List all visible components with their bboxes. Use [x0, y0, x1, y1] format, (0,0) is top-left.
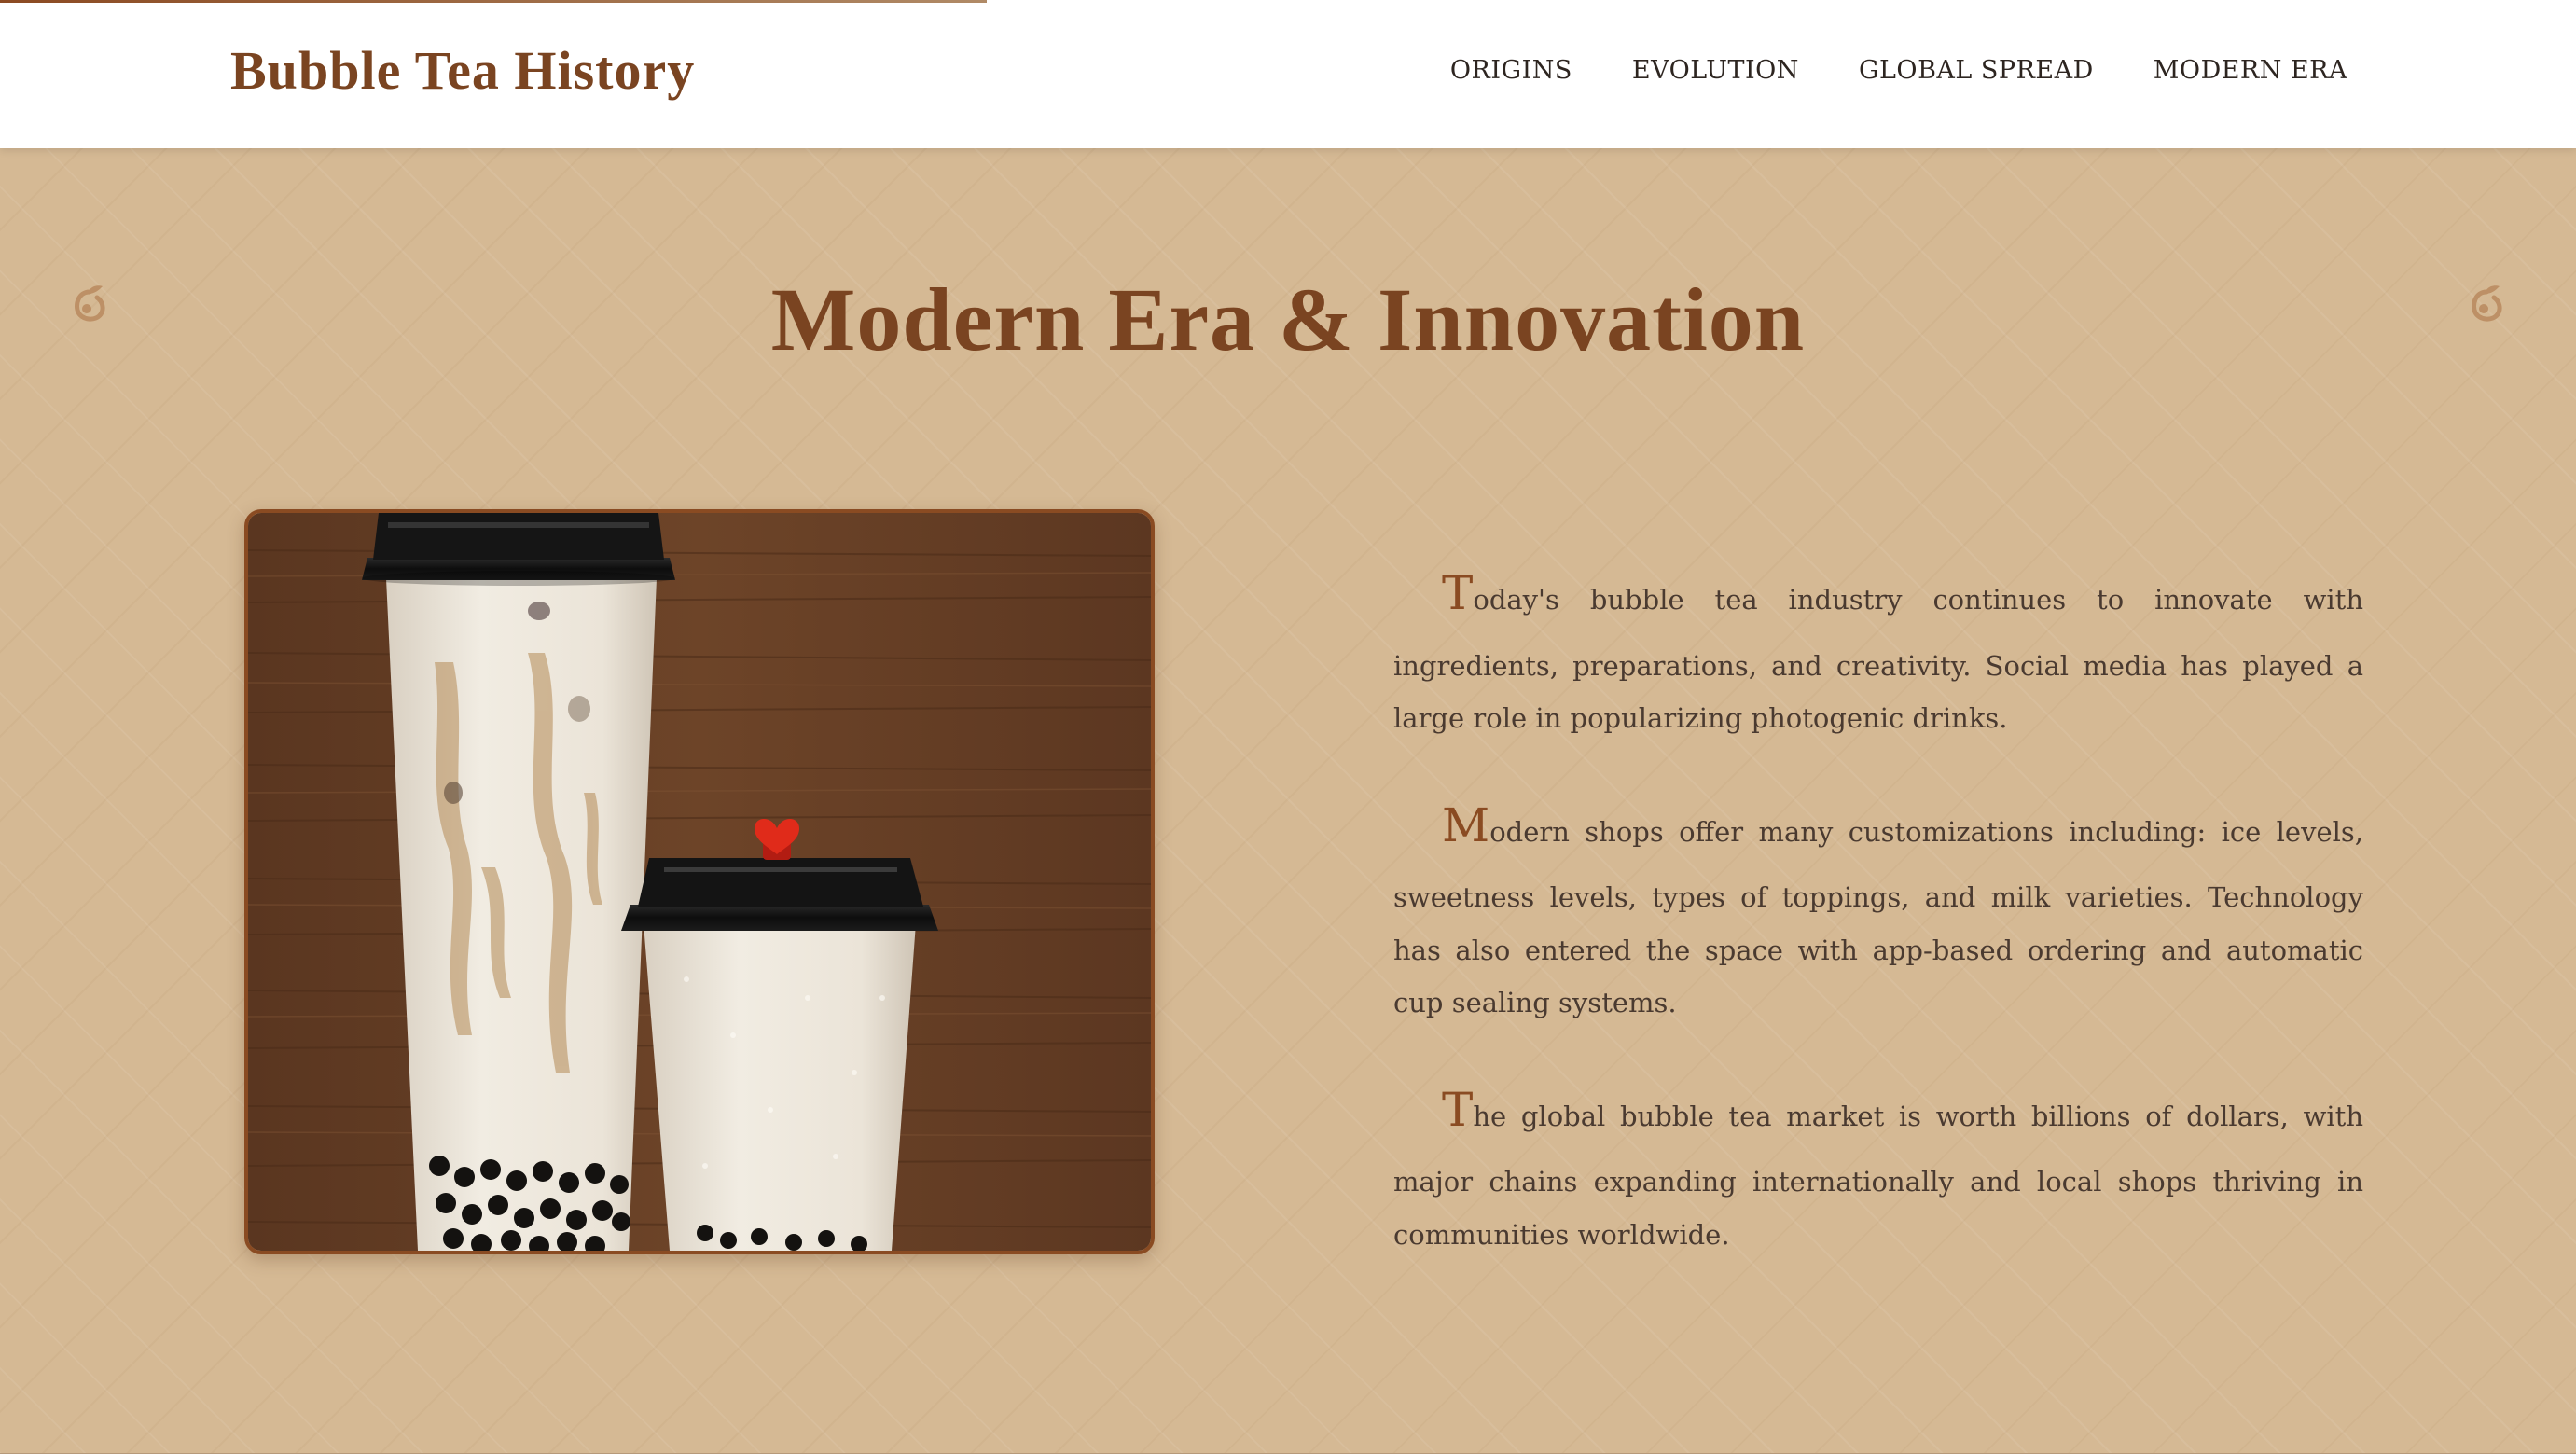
section-title: Modern Era & Innovation	[770, 270, 1806, 369]
site-header: Bubble Tea History ORIGINS EVOLUTION GLO…	[0, 0, 2576, 148]
paragraph-initial: M	[1442, 797, 1490, 852]
nav-link-evolution[interactable]: EVOLUTION	[1632, 56, 1799, 85]
paragraph-text: he global bubble tea market is worth bil…	[1393, 1100, 2363, 1251]
bubble-tea-cups-image	[248, 513, 1151, 1251]
nav-link-origins[interactable]: ORIGINS	[1450, 56, 1572, 85]
bubble-tea-photo	[244, 509, 1155, 1254]
paragraph-initial: T	[1442, 566, 1474, 620]
nav-link-global-spread[interactable]: GLOBAL SPREAD	[1859, 56, 2094, 85]
nav-link-modern-era[interactable]: MODERN ERA	[2154, 56, 2347, 85]
modern-era-section: Modern Era & Innovation Today's bubble t…	[0, 148, 2576, 1454]
article-text: Today's bubble tea industry continues to…	[1393, 548, 2363, 1296]
site-title[interactable]: Bubble Tea History	[230, 39, 695, 102]
paragraph-initial: T	[1442, 1082, 1474, 1137]
paragraph-text: odern shops offer many customizations in…	[1393, 815, 2363, 1019]
reading-progress-bar	[0, 0, 987, 3]
paragraph-3: The global bubble tea market is worth bi…	[1393, 1065, 2363, 1262]
paragraph-text: oday's bubble tea industry continues to …	[1393, 584, 2363, 735]
paragraph-1: Today's bubble tea industry continues to…	[1393, 548, 2363, 745]
main-nav: ORIGINS EVOLUTION GLOBAL SPREAD MODERN E…	[1450, 56, 2347, 85]
paragraph-2: Modern shops offer many customizations i…	[1393, 781, 2363, 1030]
